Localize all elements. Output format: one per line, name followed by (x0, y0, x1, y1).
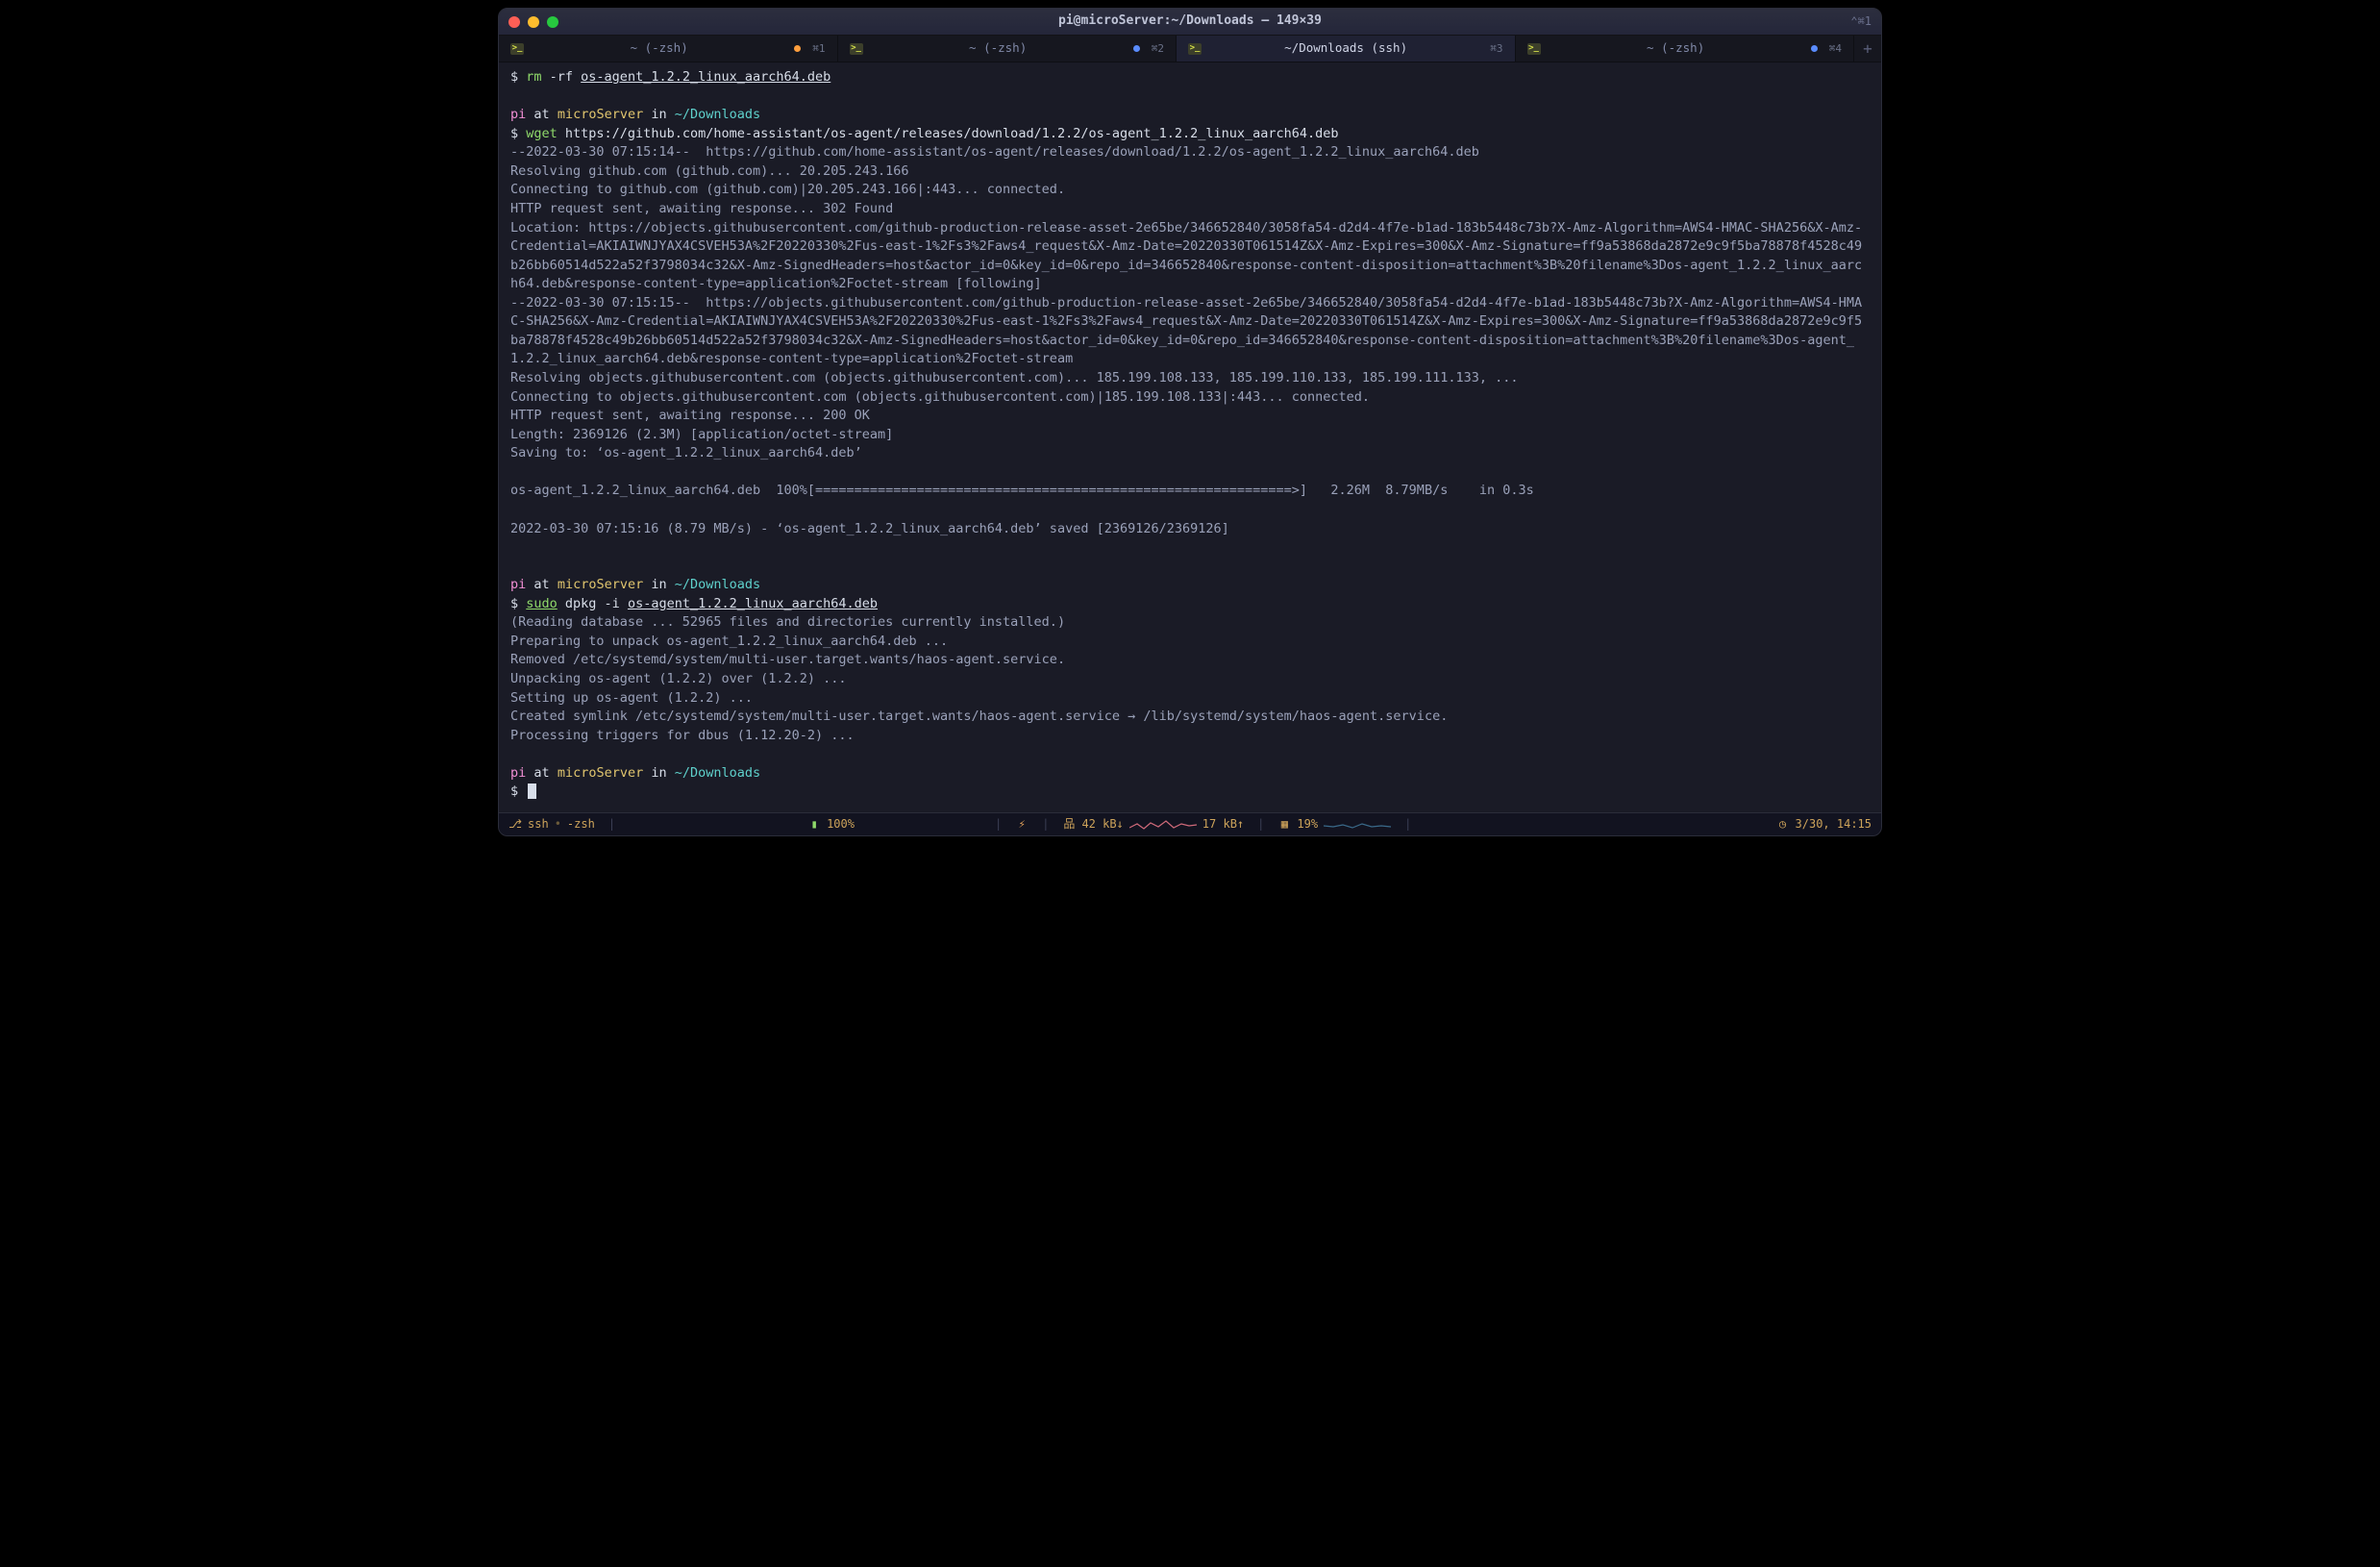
output-line: 2022-03-30 07:15:16 (8.79 MB/s) - ‘os-ag… (510, 520, 1870, 539)
blank-line (510, 501, 1870, 520)
prompt-line: pi at microServer in ~/Downloads (510, 576, 1870, 595)
terminal-window: pi@microServer:~/Downloads — 149×39 ⌃⌘1 … (498, 8, 1882, 836)
terminal-icon: >_ (510, 43, 524, 55)
sparkline-down (1129, 818, 1197, 832)
tab-bar: >_ ~ (-zsh) ⌘1 >_ ~ (-zsh) ⌘2 >_ ~/Downloads (s… (499, 36, 1881, 62)
output-line: --2022-03-30 07:15:14-- https://github.c… (510, 143, 1870, 162)
battery-icon: ▮ (807, 816, 821, 833)
net-up-value: 17 kB↑ (1202, 816, 1244, 833)
cpu-value: 19% (1297, 816, 1318, 833)
output-line: Preparing to unpack os-agent_1.2.2_linux… (510, 633, 1870, 652)
status-bar: ⎇ ssh • -zsh | ▮ 100% | ⚡ | 品 42 kB↓ 17 … (499, 812, 1881, 835)
network-icon: 品 (1062, 816, 1076, 833)
branch-icon: ⎇ (508, 816, 522, 833)
output-line: os-agent_1.2.2_linux_aarch64.deb 100%[==… (510, 482, 1870, 501)
tab-label: ~ (-zsh) (532, 39, 786, 57)
clock-icon: ◷ (1776, 816, 1790, 833)
sparkline-cpu (1324, 818, 1391, 832)
tab-shortcut: ⌘1 (812, 41, 825, 57)
activity-dot (794, 45, 801, 52)
output-line: --2022-03-30 07:15:15-- https://objects.… (510, 294, 1870, 369)
blank-line (510, 87, 1870, 107)
status-shell-label: -zsh (567, 816, 595, 833)
close-button[interactable] (508, 16, 520, 28)
command-line: $ wget https://github.com/home-assistant… (510, 125, 1870, 144)
output-line: (Reading database ... 52965 files and di… (510, 613, 1870, 633)
status-battery: ▮ 100% (807, 816, 855, 833)
output-line: Connecting to objects.githubusercontent.… (510, 388, 1870, 408)
terminal-icon: >_ (850, 43, 863, 55)
output-line: Location: https://objects.githubusercont… (510, 219, 1870, 294)
status-net-up: 17 kB↑ (1202, 816, 1244, 833)
status-cpu: ▦ 19% (1277, 816, 1318, 833)
output-line: HTTP request sent, awaiting response... … (510, 200, 1870, 219)
bolt-icon: ⚡ (1015, 816, 1029, 833)
tab-shortcut: ⌘4 (1829, 41, 1842, 57)
output-line: Created symlink /etc/systemd/system/mult… (510, 708, 1870, 727)
status-ssh-label: ssh (528, 816, 549, 833)
window-title: pi@microServer:~/Downloads — 149×39 (499, 12, 1881, 31)
cpu-icon: ▦ (1277, 816, 1291, 833)
activity-dot (1811, 45, 1818, 52)
battery-value: 100% (827, 816, 855, 833)
command-line: $ sudo dpkg -i os-agent_1.2.2_linux_aarc… (510, 595, 1870, 614)
terminal-icon: >_ (1527, 43, 1541, 55)
output-line: Length: 2369126 (2.3M) [application/octe… (510, 426, 1870, 445)
output-line: Setting up os-agent (1.2.2) ... (510, 689, 1870, 709)
tab-label: ~ (-zsh) (1549, 39, 1803, 57)
clock-value: 3/30, 14:15 (1796, 816, 1872, 833)
blank-line (510, 538, 1870, 558)
net-down-value: 42 kB↓ (1081, 816, 1123, 833)
terminal-icon: >_ (1188, 43, 1202, 55)
blank-line (510, 558, 1870, 577)
tab-2[interactable]: >_ ~ (-zsh) ⌘2 (838, 36, 1178, 62)
status-ssh: ⎇ ssh • -zsh (508, 816, 595, 833)
status-net-down: 品 42 kB↓ (1062, 816, 1123, 833)
tab-shortcut: ⌘2 (1152, 41, 1164, 57)
output-line: Resolving github.com (github.com)... 20.… (510, 162, 1870, 182)
prompt-line: pi at microServer in ~/Downloads (510, 764, 1870, 784)
output-line: HTTP request sent, awaiting response... … (510, 407, 1870, 426)
command-line: $ rm -rf os-agent_1.2.2_linux_aarch64.de… (510, 68, 1870, 87)
blank-line (510, 745, 1870, 764)
titlebar: pi@microServer:~/Downloads — 149×39 ⌃⌘1 (499, 9, 1881, 36)
activity-dot (1133, 45, 1140, 52)
output-line: Resolving objects.githubusercontent.com … (510, 369, 1870, 388)
terminal-body[interactable]: $ rm -rf os-agent_1.2.2_linux_aarch64.de… (499, 62, 1881, 812)
tab-4[interactable]: >_ ~ (-zsh) ⌘4 (1516, 36, 1855, 62)
maximize-button[interactable] (547, 16, 558, 28)
traffic-lights (508, 16, 558, 28)
new-tab-button[interactable]: + (1854, 36, 1881, 62)
output-line: Saving to: ‘os-agent_1.2.2_linux_aarch64… (510, 444, 1870, 463)
tab-shortcut: ⌘3 (1490, 41, 1502, 57)
tab-label: ~ (-zsh) (871, 39, 1126, 57)
prompt-line: pi at microServer in ~/Downloads (510, 106, 1870, 125)
output-line: Unpacking os-agent (1.2.2) over (1.2.2) … (510, 670, 1870, 689)
prompt-cursor-line[interactable]: $ (510, 783, 1870, 802)
blank-line (510, 463, 1870, 483)
cursor (528, 784, 536, 799)
broadcast-indicator: ⌃⌘1 (1850, 13, 1872, 30)
status-clock: ◷ 3/30, 14:15 (1776, 816, 1872, 833)
output-line: Removed /etc/systemd/system/multi-user.t… (510, 651, 1870, 670)
output-line: Processing triggers for dbus (1.12.20-2)… (510, 727, 1870, 746)
tab-3[interactable]: >_ ~/Downloads (ssh) ⌘3 (1177, 36, 1516, 62)
tab-label: ~/Downloads (ssh) (1209, 39, 1482, 57)
minimize-button[interactable] (528, 16, 539, 28)
output-line: Connecting to github.com (github.com)|20… (510, 181, 1870, 200)
tab-1[interactable]: >_ ~ (-zsh) ⌘1 (499, 36, 838, 62)
